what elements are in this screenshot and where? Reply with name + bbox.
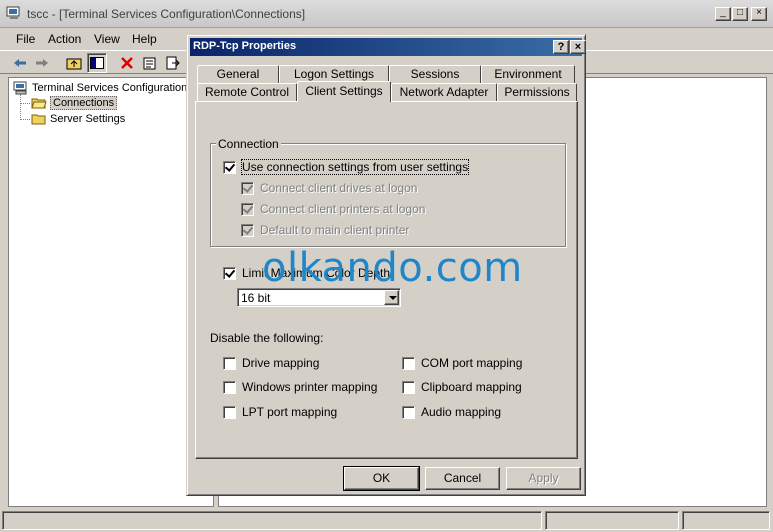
- tab-general[interactable]: General: [197, 65, 279, 84]
- back-arrow-icon[interactable]: [10, 53, 30, 73]
- menu-file[interactable]: File: [16, 32, 35, 46]
- main-window-title: tscc - [Terminal Services Configuration\…: [27, 7, 306, 21]
- tab-environment[interactable]: Environment: [481, 65, 575, 84]
- default-printer-option: Default to main client printer: [241, 223, 409, 237]
- dialog-title-bar: RDP-Tcp Properties ? ×: [190, 38, 586, 56]
- status-bar: [0, 509, 773, 532]
- ok-button[interactable]: OK: [343, 466, 420, 491]
- status-cell: [545, 511, 679, 530]
- tab-sessions[interactable]: Sessions: [389, 65, 481, 84]
- connect-drives-label: Connect client drives at logon: [260, 181, 418, 195]
- default-printer-checkbox: [241, 223, 254, 237]
- tree-item-label: Connections: [50, 96, 118, 110]
- tab-network-adapter[interactable]: Network Adapter: [391, 83, 497, 102]
- lpt-port-mapping-label: LPT port mapping: [242, 405, 338, 419]
- folder-open-icon: [31, 98, 47, 109]
- windows-printer-mapping-checkbox[interactable]: [223, 380, 236, 394]
- audio-mapping-checkbox[interactable]: [402, 405, 415, 419]
- drive-mapping-checkbox[interactable]: [223, 356, 236, 370]
- lpt-port-mapping-checkbox[interactable]: [223, 405, 236, 419]
- forward-arrow-icon[interactable]: [32, 53, 52, 73]
- com-port-mapping-checkbox[interactable]: [402, 356, 415, 370]
- status-cell: [2, 511, 542, 530]
- delete-icon[interactable]: [117, 53, 137, 73]
- drive-mapping-label: Drive mapping: [242, 356, 320, 370]
- connection-group-label: Connection: [216, 137, 281, 151]
- menu-view[interactable]: View: [94, 32, 120, 46]
- menu-action[interactable]: Action: [48, 32, 81, 46]
- clipboard-mapping-option[interactable]: Clipboard mapping: [402, 380, 522, 394]
- tree-root-label: Terminal Services Configuration: [32, 82, 188, 94]
- main-title-bar: tscc - [Terminal Services Configuration\…: [0, 0, 773, 28]
- limit-color-checkbox[interactable]: [223, 266, 236, 280]
- com-port-mapping-option[interactable]: COM port mapping: [402, 356, 522, 370]
- connect-drives-checkbox: [241, 181, 254, 195]
- folder-icon: [31, 114, 46, 125]
- tab-remote-control[interactable]: Remote Control: [197, 83, 297, 102]
- app-icon: [6, 6, 20, 19]
- up-folder-icon[interactable]: [64, 53, 84, 73]
- tree-item-server-settings[interactable]: Server Settings: [31, 112, 125, 126]
- properties-icon[interactable]: [140, 53, 160, 73]
- windows-printer-mapping-label: Windows printer mapping: [242, 380, 378, 394]
- connect-printers-checkbox: [241, 202, 254, 216]
- tree-root[interactable]: Terminal Services Configuration: [13, 81, 187, 95]
- tree-item-connections[interactable]: Connections: [31, 96, 118, 110]
- use-user-settings-checkbox[interactable]: [223, 160, 236, 174]
- use-user-settings-label: Use connection settings from user settin…: [240, 159, 470, 175]
- color-depth-value: 16 bit: [241, 291, 271, 305]
- dialog-title: RDP-Tcp Properties: [193, 40, 297, 52]
- audio-mapping-label: Audio mapping: [421, 405, 502, 419]
- disable-label: Disable the following:: [210, 331, 324, 345]
- export-icon[interactable]: [163, 53, 183, 73]
- clipboard-mapping-label: Clipboard mapping: [421, 380, 522, 394]
- show-tree-icon[interactable]: [87, 53, 107, 73]
- menu-help[interactable]: Help: [132, 32, 157, 46]
- connect-printers-option: Connect client printers at logon: [241, 202, 425, 216]
- connect-drives-option: Connect client drives at logon: [241, 181, 417, 195]
- minimize-button[interactable]: _: [715, 7, 731, 21]
- connect-printers-label: Connect client printers at logon: [260, 202, 426, 216]
- lpt-port-mapping-option[interactable]: LPT port mapping: [223, 405, 337, 419]
- tab-permissions[interactable]: Permissions: [497, 83, 577, 102]
- status-cell: [682, 511, 770, 530]
- drive-mapping-option[interactable]: Drive mapping: [223, 356, 319, 370]
- computer-icon: [13, 81, 27, 95]
- use-user-settings-option[interactable]: Use connection settings from user settin…: [223, 159, 470, 175]
- tree-item-label: Server Settings: [50, 113, 126, 125]
- com-port-mapping-label: COM port mapping: [421, 356, 523, 370]
- help-button[interactable]: ?: [553, 40, 569, 54]
- tree-line: [20, 103, 30, 104]
- tree-line: [20, 94, 21, 120]
- tree-line: [20, 119, 30, 120]
- dialog-close-button[interactable]: ×: [570, 40, 586, 54]
- tab-client-settings[interactable]: Client Settings: [297, 81, 391, 102]
- close-button[interactable]: ×: [751, 7, 767, 21]
- windows-printer-mapping-option[interactable]: Windows printer mapping: [223, 380, 377, 394]
- default-printer-label: Default to main client printer: [260, 223, 410, 237]
- watermark-text: olkando.com: [262, 245, 523, 291]
- cancel-button[interactable]: Cancel: [425, 467, 500, 490]
- audio-mapping-option[interactable]: Audio mapping: [402, 405, 501, 419]
- maximize-button[interactable]: □: [732, 7, 748, 21]
- clipboard-mapping-checkbox[interactable]: [402, 380, 415, 394]
- chevron-down-icon[interactable]: [384, 290, 399, 305]
- apply-button[interactable]: Apply: [506, 467, 581, 490]
- tree-pane: Terminal Services Configuration Connecti…: [8, 77, 214, 507]
